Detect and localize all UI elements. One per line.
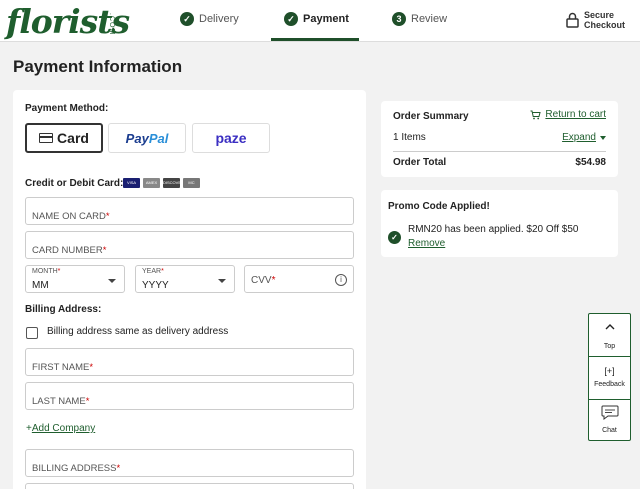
credit-card-icon	[39, 133, 54, 143]
chevron-up-icon	[605, 324, 615, 330]
active-step-underline	[271, 38, 359, 41]
chevron-down-icon	[218, 279, 226, 283]
step-payment-label: Payment	[303, 13, 349, 25]
expand-label: Expand	[562, 132, 596, 143]
feedback-button[interactable]: [+] Feedback	[589, 357, 630, 399]
same-as-delivery-checkbox[interactable]	[26, 327, 38, 339]
year-value: YYYY	[142, 280, 169, 291]
top-label: Top	[603, 343, 616, 350]
feedback-label: Feedback	[594, 381, 625, 388]
floating-action-bar: Top [+] Feedback Chat	[588, 313, 631, 441]
expand-link[interactable]: Expand	[562, 132, 606, 143]
billing-address-line2-field[interactable]	[25, 483, 354, 489]
order-total-row: Order Total $54.98	[393, 157, 606, 168]
year-select[interactable]: YEAR* YYYY	[135, 265, 235, 293]
info-icon[interactable]: i	[335, 274, 347, 286]
return-to-cart-link[interactable]: Return to cart	[530, 109, 606, 120]
divider	[393, 151, 606, 152]
month-select[interactable]: MONTH* MM	[25, 265, 125, 293]
promo-message: RMN20 has been applied. $20 Off $50	[408, 224, 579, 235]
check-icon: ✓	[388, 231, 401, 244]
cvv-field[interactable]: CVV* i	[244, 265, 354, 293]
check-icon: ✓	[284, 12, 298, 26]
billing-address-placeholder: BILLING ADDRESS	[32, 463, 117, 474]
paze-logo: paze	[215, 130, 247, 146]
promo-title: Promo Code Applied!	[388, 201, 490, 212]
billing-address-field[interactable]: BILLING ADDRESS*	[25, 449, 354, 477]
paypal-logo: PayPal	[125, 130, 169, 146]
card-method-label: Card	[57, 130, 89, 146]
step-number-icon: 3	[392, 12, 406, 26]
month-label: MONTH	[32, 268, 58, 275]
billing-address-label: Billing Address:	[25, 304, 102, 315]
step-delivery-label: Delivery	[199, 13, 239, 25]
remove-promo-link[interactable]: Remove	[408, 238, 445, 249]
last-name-field[interactable]: LAST NAME*	[25, 382, 354, 410]
paze-method-button[interactable]: paze	[192, 123, 270, 153]
lock-icon	[566, 12, 579, 28]
chevron-down-icon	[600, 135, 606, 140]
card-method-button[interactable]: Card	[25, 123, 103, 153]
credit-card-label: Credit or Debit Card:	[25, 178, 124, 189]
promo-card: Promo Code Applied! ✓ RMN20 has been app…	[381, 190, 618, 257]
cvv-placeholder: CVV	[251, 275, 272, 286]
step-review-label: Review	[411, 13, 448, 25]
add-company-label: Add Company	[31, 423, 96, 434]
check-icon: ✓	[180, 12, 194, 26]
secure-line1: Secure	[584, 10, 615, 20]
card-logos: VISA AMEX DISCOVER MC	[123, 178, 200, 188]
top-button[interactable]: Top	[589, 314, 630, 356]
step-delivery[interactable]: ✓ Delivery	[180, 12, 239, 26]
mastercard-logo-icon: MC	[183, 178, 200, 188]
year-label: YEAR	[142, 268, 162, 275]
name-on-card-placeholder: NAME ON CARD	[32, 211, 106, 222]
card-number-placeholder: CARD NUMBER	[32, 245, 103, 256]
return-to-cart-label: Return to cart	[545, 109, 606, 120]
site-header: florists .COM ✓ Delivery ✓ Payment 3 Rev…	[0, 0, 640, 42]
order-summary-card: Order Summary Return to cart 1 Items Exp…	[381, 101, 618, 177]
order-summary-title: Order Summary	[393, 111, 469, 122]
same-as-delivery-label: Billing address same as delivery address	[47, 326, 229, 337]
items-row: 1 Items Expand	[393, 132, 606, 143]
step-payment[interactable]: ✓ Payment	[284, 12, 349, 26]
first-name-placeholder: FIRST NAME	[32, 362, 90, 373]
name-on-card-field[interactable]: NAME ON CARD*	[25, 197, 354, 225]
items-count: 1 Items	[393, 132, 426, 143]
chat-icon	[601, 405, 619, 420]
payment-method-label: Payment Method:	[25, 103, 109, 114]
logo-com-suffix: .COM	[108, 13, 115, 36]
add-company-link[interactable]: +Add Company	[26, 423, 95, 434]
visa-logo-icon: VISA	[123, 178, 140, 188]
chevron-down-icon	[108, 279, 116, 283]
chat-label: Chat	[602, 427, 617, 434]
chat-button[interactable]: Chat	[589, 400, 630, 442]
cart-icon	[530, 110, 542, 119]
secure-checkout: Secure Checkout	[566, 10, 625, 30]
last-name-placeholder: LAST NAME	[32, 396, 86, 407]
payment-form-card: Payment Method: Card PayPal paze Credit …	[13, 90, 366, 489]
month-value: MM	[32, 280, 49, 291]
order-total-value: $54.98	[575, 157, 606, 168]
page-title: Payment Information	[13, 57, 183, 76]
amex-logo-icon: AMEX	[143, 178, 160, 188]
secure-line2: Checkout	[584, 20, 626, 30]
discover-logo-icon: DISCOVER	[163, 178, 184, 188]
feedback-icon: [+]	[604, 366, 615, 376]
card-number-field[interactable]: CARD NUMBER*	[25, 231, 354, 259]
order-total-label: Order Total	[393, 157, 447, 168]
step-review[interactable]: 3 Review	[392, 12, 447, 26]
first-name-field[interactable]: FIRST NAME*	[25, 348, 354, 376]
paypal-method-button[interactable]: PayPal	[108, 123, 186, 153]
